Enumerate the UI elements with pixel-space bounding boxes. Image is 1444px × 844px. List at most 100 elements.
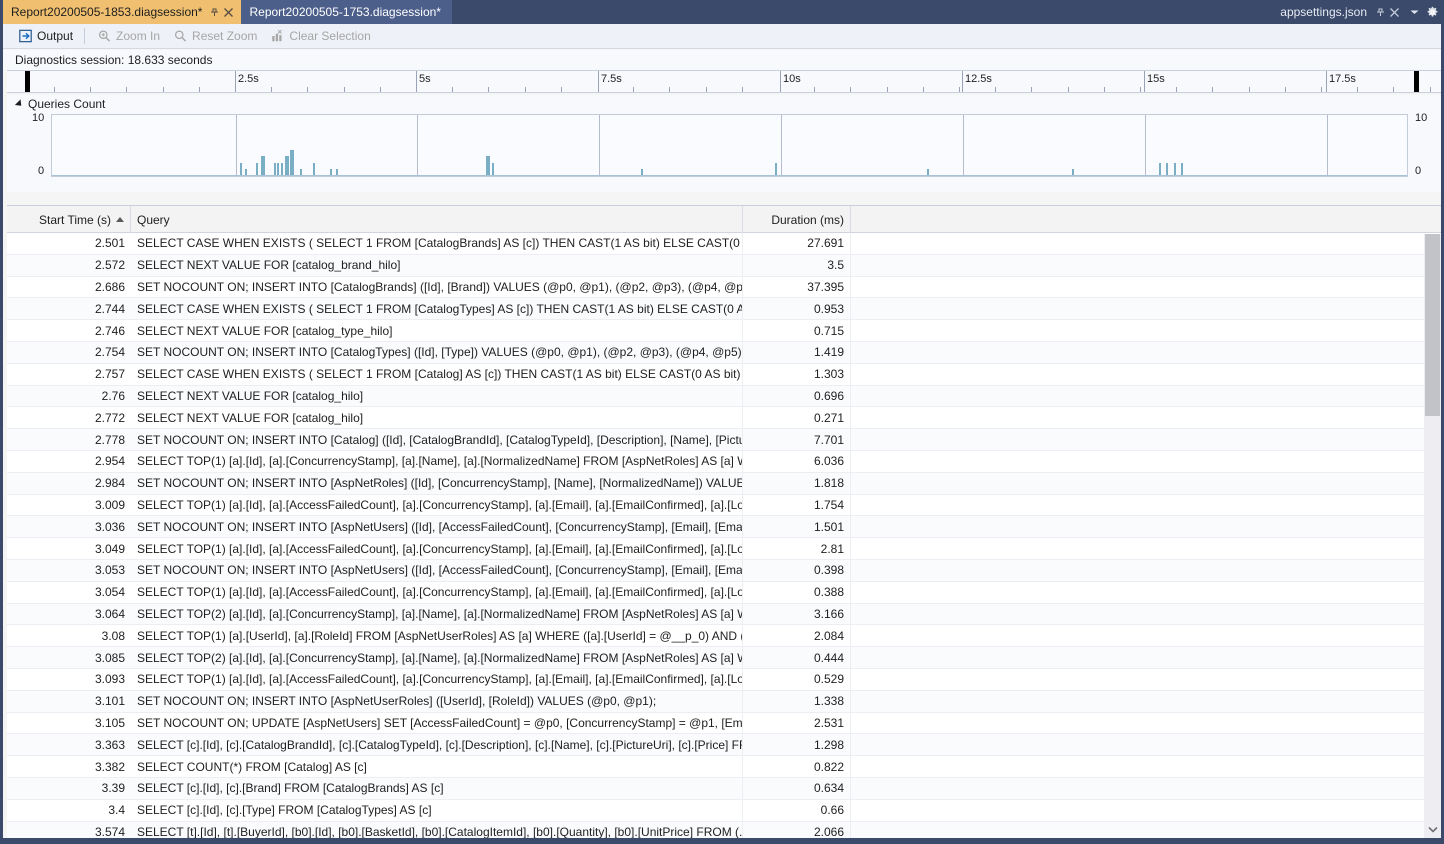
tab-overflow-dropdown-icon[interactable] xyxy=(1405,0,1423,24)
table-row[interactable]: 3.009SELECT TOP(1) [a].[Id], [a].[Access… xyxy=(7,495,1441,517)
table-row[interactable]: 2.757SELECT CASE WHEN EXISTS ( SELECT 1 … xyxy=(7,364,1441,386)
cell-filler xyxy=(851,647,1441,668)
cell-duration: 3.166 xyxy=(743,604,851,625)
chevron-down-icon[interactable] xyxy=(1424,821,1441,838)
table-row[interactable]: 3.39SELECT [c].[Id], [c].[Brand] FROM [C… xyxy=(7,778,1441,800)
ruler-minor-tick xyxy=(1321,87,1322,92)
ruler-minor-tick xyxy=(706,87,707,92)
table-row[interactable]: 3.363SELECT [c].[Id], [c].[CatalogBrandI… xyxy=(7,734,1441,756)
column-header-duration[interactable]: Duration (ms) xyxy=(743,206,851,233)
table-row[interactable]: 3.085SELECT TOP(2) [a].[Id], [a].[Concur… xyxy=(7,647,1441,669)
cell-duration: 2.81 xyxy=(743,538,851,559)
close-icon[interactable] xyxy=(1387,4,1401,20)
table-row[interactable]: 3.053SET NOCOUNT ON; INSERT INTO [AspNet… xyxy=(7,560,1441,582)
plot-spike xyxy=(313,163,315,175)
table-row[interactable]: 2.76SELECT NEXT VALUE FOR [catalog_hilo]… xyxy=(7,386,1441,408)
table-row[interactable]: 3.4SELECT [c].[Id], [c].[Type] FROM [Cat… xyxy=(7,800,1441,822)
table-row[interactable]: 2.778SET NOCOUNT ON; INSERT INTO [Catalo… xyxy=(7,429,1441,451)
table-row[interactable]: 2.954SELECT TOP(1) [a].[Id], [a].[Concur… xyxy=(7,451,1441,473)
ruler-tick-label: 10s xyxy=(780,73,801,85)
cell-filler xyxy=(851,713,1441,734)
output-button[interactable]: Output xyxy=(11,26,79,47)
cell-duration: 27.691 xyxy=(743,233,851,254)
table-row[interactable]: 2.744SELECT CASE WHEN EXISTS ( SELECT 1 … xyxy=(7,298,1441,320)
ruler-minor-tick xyxy=(887,87,888,92)
tab-report-1753[interactable]: Report20200505-1753.diagsession* xyxy=(241,0,451,24)
plot-spike xyxy=(1072,169,1074,175)
plot-divider xyxy=(1327,115,1328,176)
pin-icon[interactable] xyxy=(1373,4,1387,20)
ruler-minor-tick xyxy=(1212,87,1213,92)
close-icon[interactable] xyxy=(221,4,235,20)
ruler-tick-label: 12.5s xyxy=(962,73,992,85)
table-row[interactable]: 3.049SELECT TOP(1) [a].[Id], [a].[Access… xyxy=(7,538,1441,560)
column-header-start-time[interactable]: Start Time (s) xyxy=(7,206,131,233)
plot-spike xyxy=(1166,163,1168,175)
time-ruler[interactable]: 2.5s5s7.5s10s12.5s15s17.5s xyxy=(7,70,1441,93)
zoom-in-button-label: Zoom In xyxy=(116,29,160,43)
table-row[interactable]: 3.08SELECT TOP(1) [a].[UserId], [a].[Rol… xyxy=(7,625,1441,647)
ruler-minor-tick xyxy=(1176,87,1177,92)
tab-report-1853[interactable]: Report20200505-1853.diagsession* xyxy=(3,0,241,24)
ruler-minor-tick xyxy=(452,87,453,92)
plot-spike xyxy=(927,169,929,175)
ruler-minor-tick xyxy=(814,87,815,92)
cell-filler xyxy=(851,778,1441,799)
cell-start-time: 2.772 xyxy=(7,407,131,428)
table-row[interactable]: 3.064SELECT TOP(2) [a].[Id], [a].[Concur… xyxy=(7,604,1441,626)
sort-ascending-icon xyxy=(116,217,124,222)
ruler-minor-tick xyxy=(1068,87,1069,92)
table-row[interactable]: 2.746SELECT NEXT VALUE FOR [catalog_type… xyxy=(7,320,1441,342)
column-header-query[interactable]: Query xyxy=(131,206,743,233)
plot-spike xyxy=(492,163,494,175)
table-row[interactable]: 3.036SET NOCOUNT ON; INSERT INTO [AspNet… xyxy=(7,516,1441,538)
table-row[interactable]: 2.501SELECT CASE WHEN EXISTS ( SELECT 1 … xyxy=(7,233,1441,255)
cell-query: SELECT NEXT VALUE FOR [catalog_hilo] xyxy=(131,386,743,407)
cell-filler xyxy=(851,429,1441,450)
clear-selection-button[interactable]: Clear Selection xyxy=(263,26,376,47)
cell-start-time: 2.746 xyxy=(7,320,131,341)
pin-icon[interactable] xyxy=(207,4,221,20)
cell-query: SELECT TOP(2) [a].[Id], [a].[Concurrency… xyxy=(131,604,743,625)
table-row[interactable]: 3.093SELECT TOP(1) [a].[Id], [a].[Access… xyxy=(7,669,1441,691)
reset-zoom-button-label: Reset Zoom xyxy=(192,29,257,43)
cell-start-time: 3.036 xyxy=(7,516,131,537)
queries-count-title: Queries Count xyxy=(28,97,105,111)
clear-selection-icon xyxy=(269,28,285,44)
cell-filler xyxy=(851,822,1441,838)
table-row[interactable]: 3.101SET NOCOUNT ON; INSERT INTO [AspNet… xyxy=(7,691,1441,713)
zoom-in-button[interactable]: Zoom In xyxy=(90,26,166,47)
triangle-expanded-icon[interactable] xyxy=(15,99,24,108)
cell-duration: 0.529 xyxy=(743,669,851,690)
plot-divider xyxy=(781,115,782,176)
cell-duration: 1.298 xyxy=(743,734,851,755)
table-row[interactable]: 2.772SELECT NEXT VALUE FOR [catalog_hilo… xyxy=(7,407,1441,429)
cell-query: SET NOCOUNT ON; INSERT INTO [AspNetRoles… xyxy=(131,473,743,494)
ruler-minor-tick xyxy=(1357,87,1358,92)
selection-end-marker[interactable] xyxy=(1414,71,1419,92)
table-row[interactable]: 2.572SELECT NEXT VALUE FOR [catalog_bran… xyxy=(7,255,1441,277)
scrollbar-thumb[interactable] xyxy=(1425,234,1440,416)
reset-zoom-button[interactable]: Reset Zoom xyxy=(166,26,263,47)
cell-start-time: 3.105 xyxy=(7,713,131,734)
table-row[interactable]: 2.686SET NOCOUNT ON; INSERT INTO [Catalo… xyxy=(7,277,1441,299)
cell-start-time: 3.39 xyxy=(7,778,131,799)
table-row[interactable]: 3.105SET NOCOUNT ON; UPDATE [AspNetUsers… xyxy=(7,713,1441,735)
cell-filler xyxy=(851,625,1441,646)
table-row[interactable]: 3.382SELECT COUNT(*) FROM [Catalog] AS [… xyxy=(7,756,1441,778)
table-row[interactable]: 2.984SET NOCOUNT ON; INSERT INTO [AspNet… xyxy=(7,473,1441,495)
tab-appsettings-json[interactable]: appsettings.json xyxy=(1276,0,1405,24)
table-row[interactable]: 2.754SET NOCOUNT ON; INSERT INTO [Catalo… xyxy=(7,342,1441,364)
plot-divider xyxy=(1145,115,1146,176)
queries-count-header[interactable]: Queries Count xyxy=(17,95,105,112)
cell-filler xyxy=(851,473,1441,494)
queries-count-plot-area[interactable] xyxy=(51,114,1408,177)
column-header-label: Query xyxy=(137,213,170,227)
selection-start-marker[interactable] xyxy=(25,71,30,92)
table-vertical-scrollbar[interactable] xyxy=(1424,234,1441,838)
table-row[interactable]: 3.574SELECT [t].[Id], [t].[BuyerId], [b0… xyxy=(7,822,1441,838)
gear-icon[interactable] xyxy=(1423,0,1441,24)
ruler-minor-tick xyxy=(307,87,308,92)
ruler-minor-tick xyxy=(923,87,924,92)
table-row[interactable]: 3.054SELECT TOP(1) [a].[Id], [a].[Access… xyxy=(7,582,1441,604)
